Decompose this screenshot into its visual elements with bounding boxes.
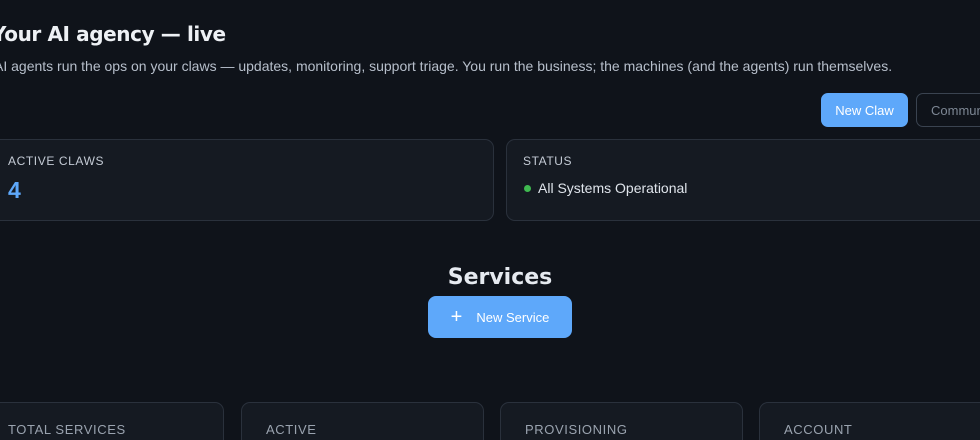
- status-indicator: All Systems Operational: [524, 180, 687, 196]
- status-card: STATUS All Systems Operational: [506, 139, 980, 221]
- status-label: STATUS: [523, 154, 573, 168]
- stat-card-total-services: TOTAL SERVICES: [0, 402, 224, 440]
- active-claws-card: ACTIVE CLAWS 4: [0, 139, 494, 221]
- stat-label: PROVISIONING: [525, 422, 628, 437]
- active-claws-value: 4: [8, 177, 21, 203]
- page: Your AI agency — live AI agents run the …: [0, 0, 980, 440]
- community-button[interactable]: Community: [916, 93, 980, 127]
- new-service-button[interactable]: + New Service: [428, 296, 572, 338]
- stat-card-account: ACCOUNT: [759, 402, 980, 440]
- stat-card-active: ACTIVE: [241, 402, 484, 440]
- page-subtitle: AI agents run the ops on your claws — up…: [0, 58, 893, 74]
- stat-card-provisioning: PROVISIONING: [500, 402, 743, 440]
- status-text: All Systems Operational: [538, 180, 688, 196]
- page-title: Your AI agency — live: [0, 22, 226, 46]
- plus-icon: +: [450, 306, 463, 328]
- active-claws-label: ACTIVE CLAWS: [8, 154, 105, 168]
- new-service-label: New Service: [476, 309, 550, 325]
- stat-label: ACTIVE: [266, 422, 317, 437]
- stat-label: ACCOUNT: [784, 422, 853, 437]
- services-title: Services: [447, 265, 553, 290]
- new-claw-button[interactable]: New Claw: [821, 93, 908, 127]
- status-dot-icon: [524, 184, 531, 192]
- stat-label: TOTAL SERVICES: [8, 422, 126, 437]
